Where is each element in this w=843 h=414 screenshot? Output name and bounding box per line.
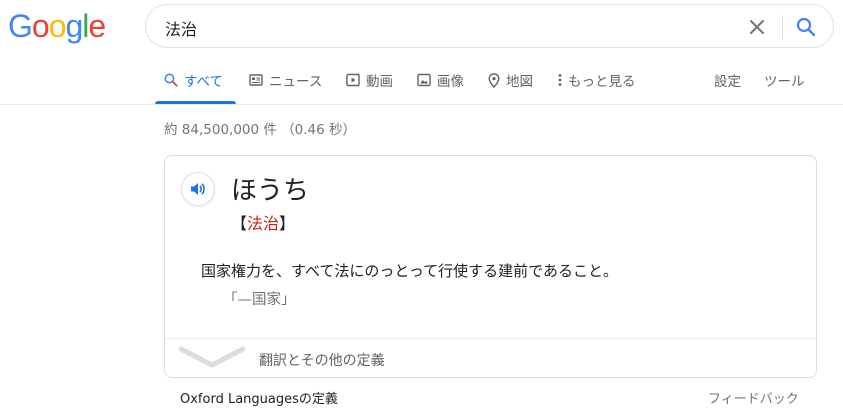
tab-label: 地図 <box>506 74 533 90</box>
tab-label: すべて <box>184 74 224 90</box>
search-divider <box>782 15 783 39</box>
tab-label: もっと見る <box>568 74 636 90</box>
chevron-down-icon <box>179 346 245 368</box>
tab-more[interactable]: もっと見る <box>558 56 636 104</box>
settings-label: 設定 <box>714 74 741 90</box>
tab-videos[interactable]: 動画 <box>346 56 393 104</box>
feedback-link[interactable]: フィードバック <box>708 388 799 407</box>
search-input[interactable]: 法治 <box>165 16 197 40</box>
tab-news[interactable]: ニュース <box>249 56 322 104</box>
more-definitions-button[interactable]: 翻訳とその他の定義 <box>165 339 816 377</box>
tab-maps[interactable]: 地図 <box>488 56 533 104</box>
search-icon <box>796 17 816 37</box>
more-definitions-label: 翻訳とその他の定義 <box>259 353 385 369</box>
tab-all[interactable]: すべて <box>164 56 223 104</box>
more-vert-icon <box>558 74 562 86</box>
dictionary-card: ほうち 【法治】 国家権力を、すべて法にのっとって行使する建前であること。 「—… <box>164 155 817 378</box>
settings-link[interactable]: 設定 <box>714 56 741 104</box>
search-tabs: すべて ニュース 動画 画像 地図 もっと見る 設定 ツール <box>0 56 843 106</box>
speaker-icon <box>191 183 205 195</box>
result-stats: 約 84,500,000 件 （0.46 秒） <box>164 122 357 138</box>
tab-images[interactable]: 画像 <box>417 56 464 104</box>
kanji-notation: 【法治】 <box>231 210 295 234</box>
image-icon <box>417 73 431 87</box>
search-icon <box>164 73 178 87</box>
definition-text: 国家権力を、すべて法にのっとって行使する建前であること。 <box>201 262 619 280</box>
clear-button[interactable] <box>744 14 770 40</box>
logo-letter: e <box>88 8 106 44</box>
headword: ほうち <box>231 176 310 206</box>
news-icon <box>249 74 263 86</box>
dictionary-source: Oxford Languagesの定義 <box>180 392 338 407</box>
search-button[interactable] <box>793 14 819 40</box>
google-logo[interactable]: Google <box>8 8 106 44</box>
tools-label: ツール <box>764 74 805 90</box>
close-icon <box>750 20 764 34</box>
logo-letter: G <box>8 8 33 44</box>
tab-label: ニュース <box>269 74 323 90</box>
logo-letter: o <box>48 8 67 44</box>
example-text: 「—国家」 <box>223 292 296 308</box>
bracket-open: 【 <box>231 214 248 233</box>
tab-label: 画像 <box>437 74 464 90</box>
logo-letter: o <box>31 8 50 44</box>
map-pin-icon <box>488 72 500 88</box>
pronunciation-button[interactable] <box>181 172 215 206</box>
bracket-close: 】 <box>279 214 296 233</box>
kanji-text: 法治 <box>247 214 280 233</box>
tab-label: 動画 <box>366 74 393 90</box>
logo-letter: g <box>65 8 83 44</box>
tabs-divider <box>0 104 843 105</box>
video-icon <box>346 73 360 87</box>
search-box[interactable]: 法治 <box>145 4 834 48</box>
tools-link[interactable]: ツール <box>764 56 805 104</box>
